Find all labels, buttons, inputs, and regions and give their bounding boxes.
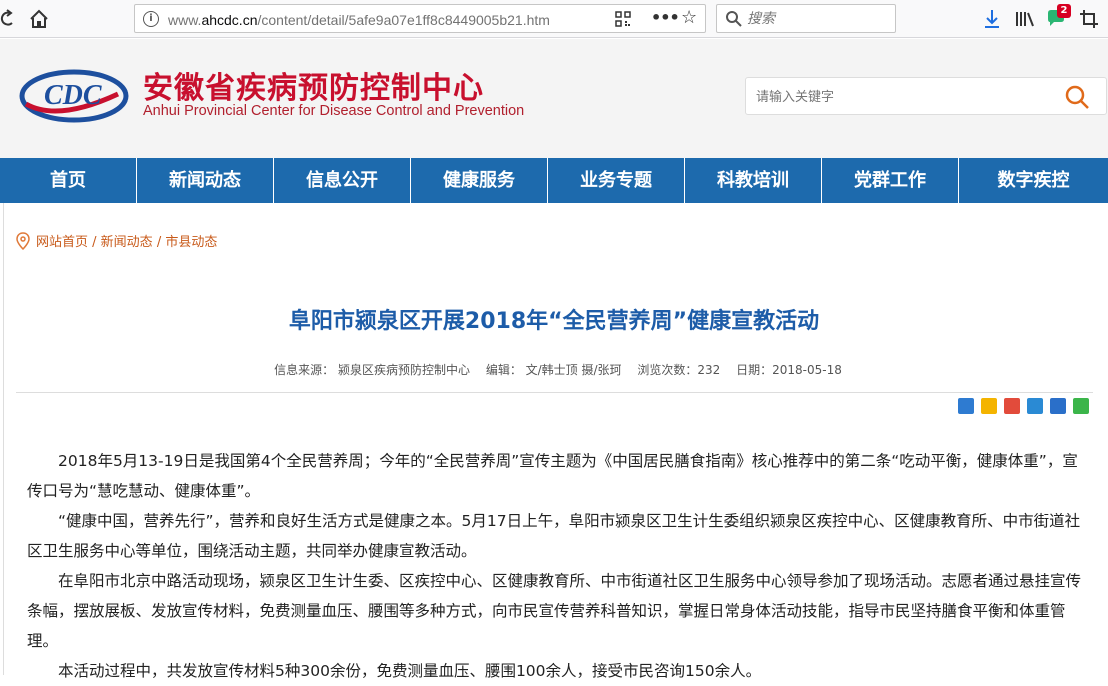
article-meta: 信息来源： 颍泉区疾病预防控制中心 编辑： 文/韩士顶 摄/张珂 浏览次数：23…	[0, 361, 1108, 381]
renren-icon[interactable]	[1050, 398, 1066, 414]
notification-badge: 2	[1057, 4, 1071, 18]
meta-editor: 编辑： 文/韩士顶 摄/张珂	[485, 363, 622, 377]
paragraph: “健康中国，营养先行”，营养和良好生活方式是健康之本。5月17日上午，阜阳市颍泉…	[27, 512, 1081, 560]
nav-item-topics[interactable]: 业务专题	[548, 158, 685, 203]
breadcrumb-separator: /	[152, 235, 166, 250]
article-title: 阜阳市颍泉区开展2018年“全民营养周”健康宣教活动	[288, 309, 820, 334]
page-actions-icon[interactable]: •••	[651, 8, 680, 28]
search-icon	[725, 10, 743, 28]
nav-item-disclosure[interactable]: 信息公开	[274, 158, 411, 203]
meta-source: 信息来源： 颍泉区疾病预防控制中心	[274, 363, 470, 377]
reload-icon[interactable]	[0, 9, 16, 29]
browser-search-bar[interactable]	[716, 4, 896, 33]
breadcrumb-separator: /	[88, 235, 101, 250]
tencent-weibo-icon[interactable]	[1027, 398, 1043, 414]
nav-item-research-training[interactable]: 科教培训	[685, 158, 822, 203]
breadcrumb-news[interactable]: 新闻动态	[101, 235, 153, 250]
site-title: 安徽省疾病预防控制中心	[143, 71, 484, 106]
divider	[16, 392, 1093, 393]
breadcrumb-home[interactable]: 网站首页	[36, 235, 88, 250]
nav-item-health-services[interactable]: 健康服务	[411, 158, 548, 203]
library-icon[interactable]	[1014, 8, 1036, 30]
wechat-icon[interactable]	[1073, 398, 1089, 414]
site-subtitle: Anhui Provincial Center for Disease Cont…	[143, 103, 525, 119]
meta-views: 浏览次数：232	[637, 363, 721, 377]
site-header: CDC 安徽省疾病预防控制中心 Anhui Provincial Center …	[0, 39, 1108, 158]
qr-code-icon[interactable]	[615, 11, 631, 27]
nav-item-party-work[interactable]: 党群工作	[822, 158, 959, 203]
meta-date: 日期：2018-05-18	[736, 363, 842, 377]
screenshot-crop-icon[interactable]	[1078, 8, 1100, 30]
cdc-logo[interactable]: CDC	[18, 64, 130, 124]
main-nav: 首页 新闻动态 信息公开 健康服务 业务专题 科教培训 党群工作 数字疾控	[0, 158, 1108, 203]
download-icon[interactable]	[982, 8, 1002, 30]
qzone-icon[interactable]	[981, 398, 997, 414]
share-bar	[958, 398, 1094, 418]
nav-item-news[interactable]: 新闻动态	[137, 158, 274, 203]
content-border	[3, 203, 4, 675]
weibo-icon[interactable]	[1004, 398, 1020, 414]
share-plus-icon[interactable]	[958, 398, 974, 414]
location-pin-icon	[16, 232, 30, 251]
search-icon	[1065, 85, 1089, 109]
address-bar[interactable]: i www.ahcdc.cn/content/detail/5afe9a07e1…	[134, 4, 706, 33]
paragraph: 在阜阳市北京中路活动现场，颍泉区卫生计生委、区疾控中心、区健康教育所、中市街道社…	[27, 572, 1082, 650]
site-search-box[interactable]	[745, 77, 1107, 115]
breadcrumb-county-news[interactable]: 市县动态	[165, 235, 217, 250]
paragraph: 本活动过程中，共发放宣传材料5种300余份，免费测量血压、腰围100余人，接受市…	[58, 662, 762, 680]
nav-item-digital-cdc[interactable]: 数字疾控	[959, 158, 1108, 203]
browser-toolbar: i www.ahcdc.cn/content/detail/5afe9a07e1…	[0, 0, 1108, 38]
site-info-icon[interactable]: i	[143, 11, 159, 27]
svg-text:CDC: CDC	[44, 80, 102, 111]
breadcrumb: 网站首页 / 新闻动态 / 市县动态	[16, 231, 416, 251]
nav-item-home[interactable]: 首页	[0, 158, 137, 203]
article-body: 2018年5月13-19日是我国第4个全民营养周；今年的“全民营养周”宣传主题为…	[27, 446, 1087, 686]
site-search-input[interactable]	[756, 87, 1056, 107]
bookmark-star-icon[interactable]: ☆	[681, 7, 701, 29]
paragraph: 2018年5月13-19日是我国第4个全民营养周；今年的“全民营养周”宣传主题为…	[27, 452, 1078, 500]
home-icon[interactable]	[28, 8, 50, 30]
browser-search-input[interactable]	[747, 9, 887, 29]
url-text[interactable]: www.ahcdc.cn/content/detail/5afe9a07e1ff…	[168, 10, 608, 30]
site-search-button[interactable]	[1064, 84, 1090, 110]
